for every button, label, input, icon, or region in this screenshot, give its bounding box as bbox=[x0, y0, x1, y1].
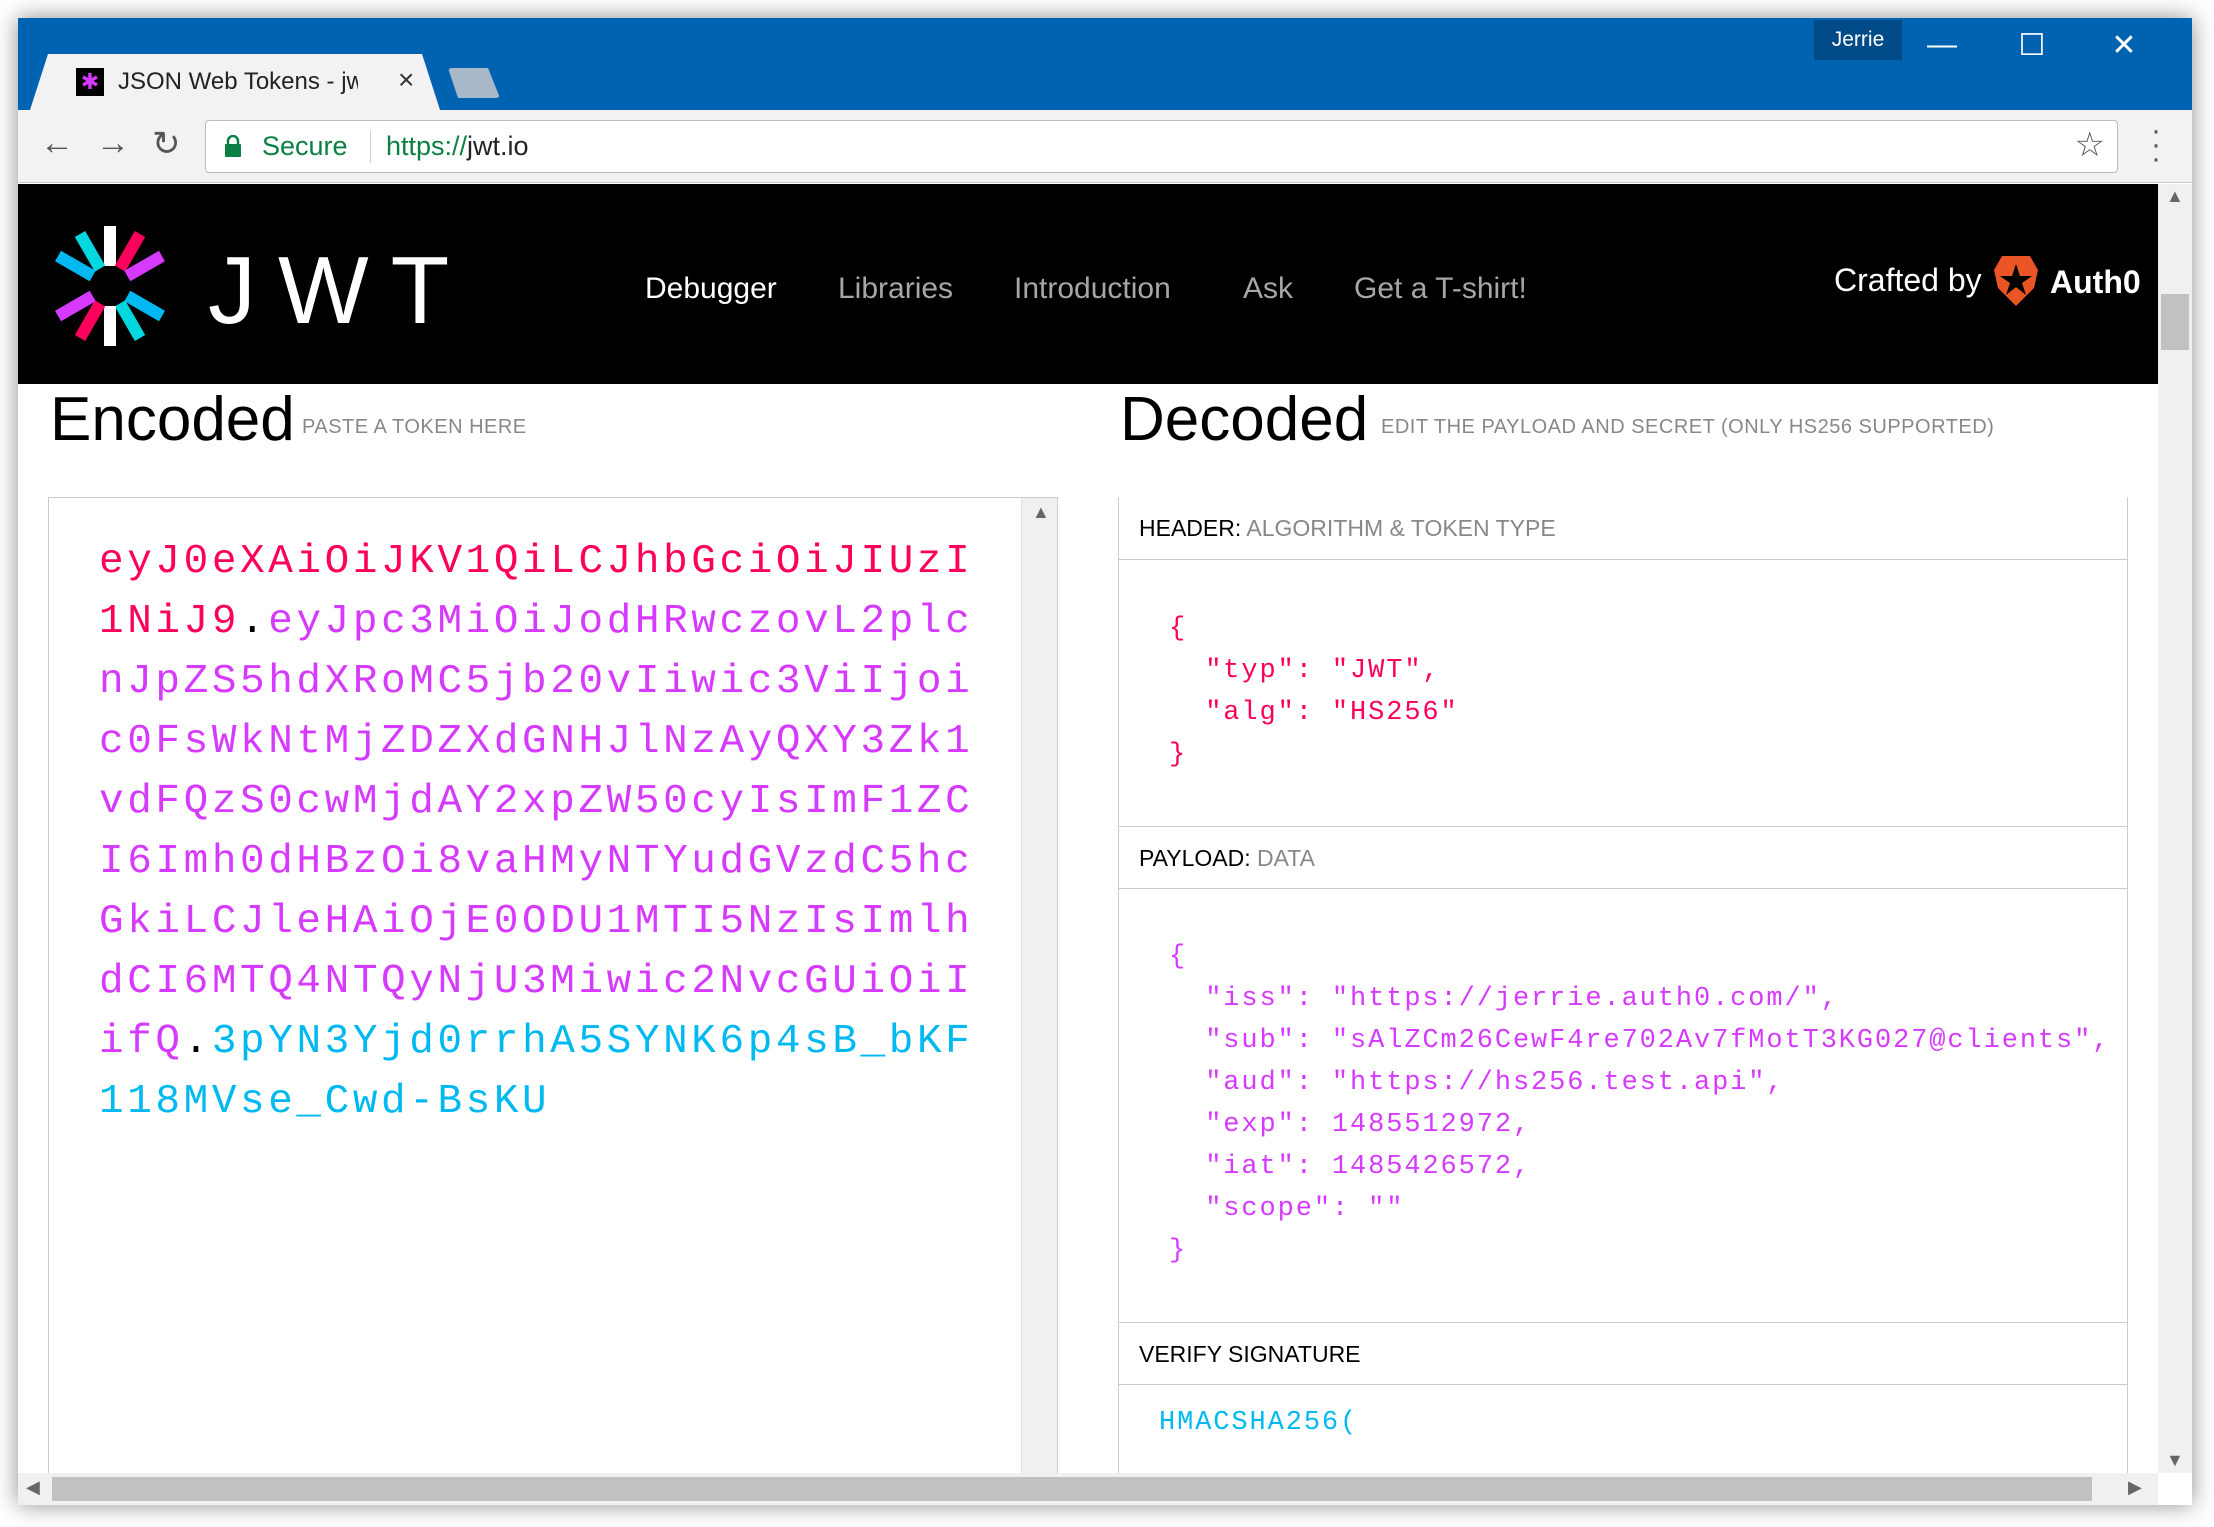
nav-ask[interactable]: Ask bbox=[1243, 272, 1293, 306]
verify-code: HMACSHA256( bbox=[1159, 1408, 1359, 1438]
maximize-icon[interactable]: ☐ bbox=[2002, 28, 2062, 63]
encoded-subtitle: PASTE A TOKEN HERE bbox=[302, 416, 527, 438]
page-horizontal-scrollbar[interactable]: ◀ ▶ bbox=[18, 1473, 2158, 1505]
header-label: HEADER: bbox=[1139, 515, 1242, 541]
payload-section-bar: PAYLOAD: DATA bbox=[1119, 826, 2127, 889]
site-header: JWT Debugger Libraries Introduction Ask … bbox=[18, 184, 2158, 384]
token-signature-part: 3pYN3Yjd0rrhA5SYNK6p4sB_bKF118MVse_Cwd-B… bbox=[99, 1019, 974, 1125]
token-scrollbar[interactable]: ▲ bbox=[1021, 498, 1057, 1473]
page-content: JWT Debugger Libraries Introduction Ask … bbox=[18, 184, 2158, 1473]
back-icon[interactable]: ← bbox=[40, 124, 74, 163]
token-payload-part: eyJpc3MiOiJodHRwczovL2plcnJpZS5hdXRoMC5j… bbox=[99, 599, 974, 1065]
new-tab-button[interactable] bbox=[448, 68, 500, 98]
browser-toolbar: ← → ↻ Secure https://jwt.io ☆ · · · bbox=[18, 110, 2192, 183]
token-dot: . bbox=[240, 599, 269, 645]
encoded-token-input[interactable]: eyJ0eXAiOiJKV1QiLCJhbGciOiJIUzI1NiJ9.eyJ… bbox=[48, 497, 1058, 1473]
browser-tab[interactable]: ✱ JSON Web Tokens - jwt.io × bbox=[30, 54, 440, 110]
token-dot: . bbox=[183, 1019, 212, 1065]
jwt-logo-icon bbox=[55, 226, 165, 346]
header-sublabel: ALGORITHM & TOKEN TYPE bbox=[1246, 515, 1556, 541]
nav-introduction[interactable]: Introduction bbox=[1014, 272, 1171, 306]
bookmark-star-icon[interactable]: ☆ bbox=[2075, 125, 2105, 165]
scroll-left-icon[interactable]: ◀ bbox=[26, 1477, 40, 1498]
scroll-thumb[interactable] bbox=[2161, 294, 2189, 350]
verify-label: VERIFY SIGNATURE bbox=[1139, 1341, 1361, 1367]
browser-window: ✱ JSON Web Tokens - jwt.io × Jerrie — ☐ … bbox=[18, 18, 2192, 1505]
nav-debugger[interactable]: Debugger bbox=[645, 272, 777, 306]
url-host: jwt.io bbox=[467, 131, 529, 161]
scroll-right-icon[interactable]: ▶ bbox=[2128, 1477, 2142, 1498]
scroll-up-icon[interactable]: ▲ bbox=[1032, 502, 1050, 523]
forward-icon[interactable]: → bbox=[96, 124, 130, 163]
jwt-wordmark[interactable]: JWT bbox=[208, 236, 471, 346]
reload-icon[interactable]: ↻ bbox=[152, 124, 181, 164]
lock-icon bbox=[225, 135, 241, 157]
encoded-token[interactable]: eyJ0eXAiOiJKV1QiLCJhbGciOiJIUzI1NiJ9.eyJ… bbox=[99, 532, 999, 1132]
header-json-editor[interactable]: { "typ": "JWT", "alg": "HS256" } bbox=[1169, 608, 1459, 776]
close-window-icon[interactable]: ✕ bbox=[2094, 28, 2154, 63]
payload-sublabel: DATA bbox=[1257, 845, 1315, 871]
verify-section-bar: VERIFY SIGNATURE bbox=[1119, 1322, 2127, 1385]
decoded-subtitle: EDIT THE PAYLOAD AND SECRET (ONLY HS256 … bbox=[1381, 416, 1995, 438]
scroll-up-icon[interactable]: ▲ bbox=[2166, 186, 2184, 207]
decoded-title: Decoded bbox=[1120, 385, 1369, 454]
auth0-brand[interactable]: Auth0 bbox=[2050, 264, 2141, 301]
scroll-down-icon[interactable]: ▼ bbox=[2166, 1450, 2184, 1471]
close-tab-icon[interactable]: × bbox=[398, 64, 414, 96]
divider bbox=[370, 131, 371, 163]
profile-button[interactable]: Jerrie bbox=[1814, 20, 1902, 60]
auth0-shield-icon[interactable] bbox=[1994, 256, 2038, 306]
menu-icon[interactable]: · · · bbox=[2150, 116, 2162, 174]
nav-libraries[interactable]: Libraries bbox=[838, 272, 953, 306]
nav-tshirt[interactable]: Get a T-shirt! bbox=[1354, 272, 1527, 306]
minimize-icon[interactable]: — bbox=[1912, 28, 1972, 62]
scroll-thumb[interactable] bbox=[52, 1477, 2092, 1501]
encoded-title: Encoded bbox=[50, 385, 295, 454]
address-bar[interactable]: Secure https://jwt.io ☆ bbox=[205, 120, 2118, 173]
title-bar: ✱ JSON Web Tokens - jwt.io × Jerrie — ☐ … bbox=[18, 18, 2192, 110]
url-text[interactable]: https://jwt.io bbox=[386, 131, 529, 162]
payload-label: PAYLOAD: bbox=[1139, 845, 1251, 871]
jwt-favicon: ✱ bbox=[76, 68, 104, 96]
crafted-by-label: Crafted by bbox=[1834, 262, 1982, 298]
header-section-bar: HEADER: ALGORITHM & TOKEN TYPE bbox=[1119, 497, 2127, 560]
decoded-panel: HEADER: ALGORITHM & TOKEN TYPE { "typ": … bbox=[1118, 497, 2128, 1473]
url-scheme: https:// bbox=[386, 131, 468, 161]
secure-label: Secure bbox=[262, 131, 348, 161]
tab-title: JSON Web Tokens - jwt.io bbox=[118, 68, 358, 95]
payload-json-editor[interactable]: { "iss": "https://jerrie.auth0.com/", "s… bbox=[1169, 936, 2110, 1272]
page-vertical-scrollbar[interactable]: ▲ ▼ bbox=[2158, 184, 2192, 1473]
